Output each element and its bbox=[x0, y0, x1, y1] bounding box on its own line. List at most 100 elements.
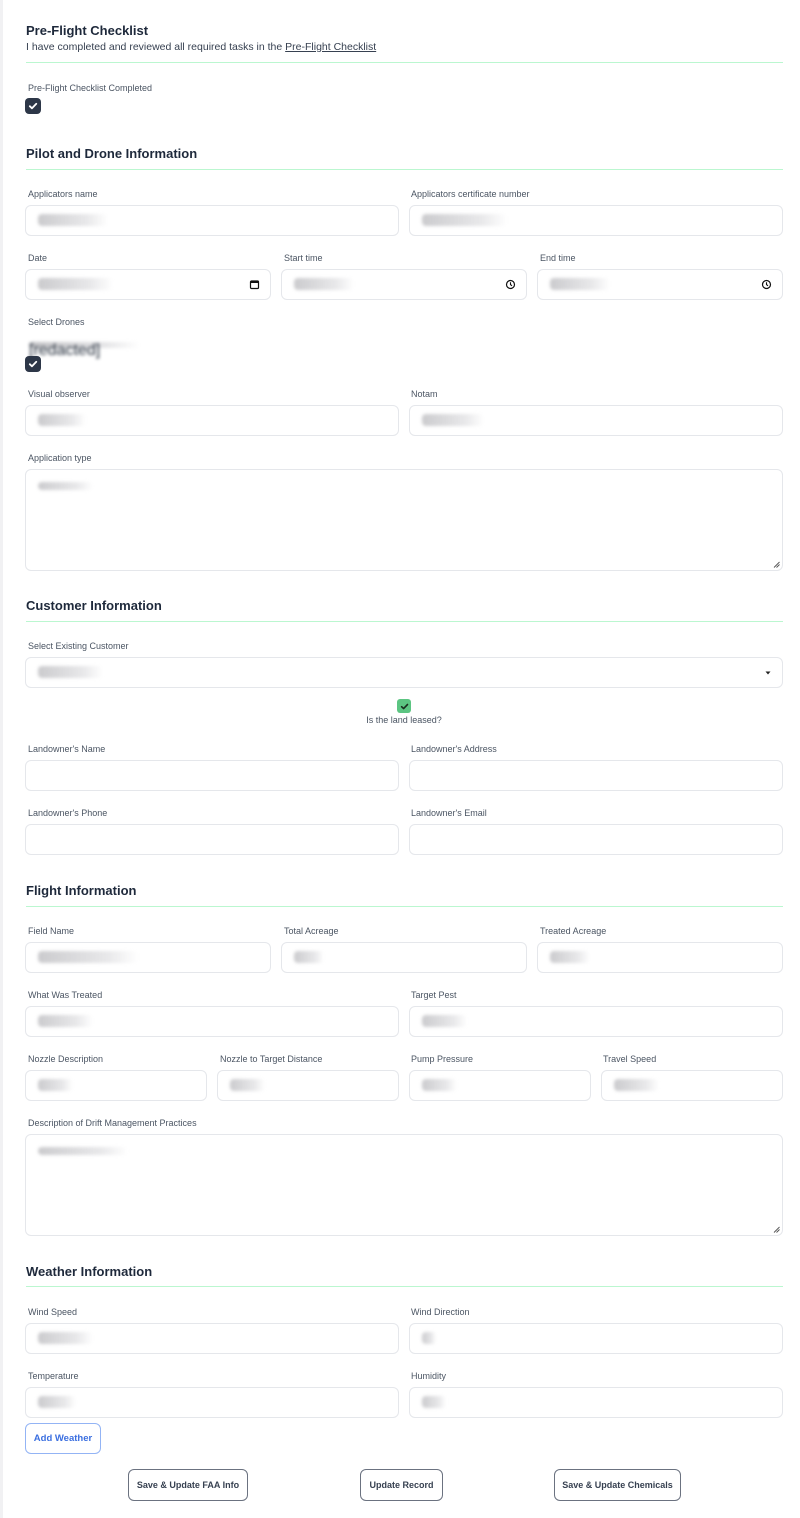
travel-speed-value: [redacted] bbox=[614, 1079, 659, 1091]
nozzle-description-value: [redacted] bbox=[38, 1079, 73, 1091]
wind-direction-value: [redacted] bbox=[422, 1332, 436, 1344]
date-input[interactable]: [redacted] bbox=[25, 269, 271, 300]
section-divider bbox=[26, 621, 783, 622]
temperature-value: [redacted] bbox=[38, 1396, 76, 1408]
pump-pressure-value: [redacted] bbox=[422, 1079, 457, 1091]
nozzle-distance-label: Nozzle to Target Distance bbox=[220, 1054, 323, 1064]
select-customer-dropdown[interactable]: [redacted] bbox=[25, 657, 783, 688]
landowner-email-label: Landowner's Email bbox=[411, 808, 487, 818]
drift-management-textarea[interactable]: [redacted] bbox=[25, 1134, 783, 1236]
application-type-textarea[interactable]: [redacted] bbox=[25, 469, 783, 571]
wind-speed-input[interactable]: [redacted] bbox=[25, 1323, 399, 1354]
humidity-input[interactable]: [redacted] bbox=[409, 1387, 783, 1418]
landowner-name-label: Landowner's Name bbox=[28, 744, 106, 754]
chevron-down-icon bbox=[765, 671, 771, 675]
land-leased-label: Is the land leased? bbox=[366, 715, 442, 725]
landowner-address-label: Landowner's Address bbox=[411, 744, 497, 754]
visual-observer-value: [redacted] bbox=[38, 414, 86, 426]
clock-icon[interactable] bbox=[505, 279, 516, 290]
update-record-button[interactable]: Update Record bbox=[360, 1469, 443, 1501]
check-icon bbox=[28, 360, 38, 368]
target-pest-label: Target Pest bbox=[411, 990, 457, 1000]
applicator-name-label: Applicators name bbox=[28, 189, 98, 199]
date-label: Date bbox=[28, 253, 48, 263]
calendar-icon[interactable] bbox=[249, 279, 260, 290]
date-value: [redacted] bbox=[38, 278, 113, 290]
preflight-completed-checkbox[interactable] bbox=[25, 98, 41, 114]
travel-speed-input[interactable]: [redacted] bbox=[601, 1070, 783, 1101]
select-drones-label: Select Drones bbox=[28, 317, 85, 327]
wind-speed-label: Wind Speed bbox=[28, 1307, 78, 1317]
add-weather-button[interactable]: Add Weather bbox=[25, 1423, 101, 1454]
certificate-number-input[interactable]: [redacted] bbox=[409, 205, 783, 236]
clock-icon[interactable] bbox=[761, 279, 772, 290]
drift-management-value: [redacted] bbox=[38, 1147, 128, 1155]
resize-handle-icon[interactable] bbox=[773, 561, 780, 568]
target-pest-value: [redacted] bbox=[422, 1015, 467, 1027]
nozzle-distance-input[interactable]: [redacted] bbox=[217, 1070, 399, 1101]
temperature-label: Temperature bbox=[28, 1371, 79, 1381]
drift-management-label: Description of Drift Management Practice… bbox=[28, 1118, 197, 1128]
end-time-input[interactable]: [redacted] bbox=[537, 269, 783, 300]
total-acreage-input[interactable]: [redacted] bbox=[281, 942, 527, 973]
application-type-label: Application type bbox=[28, 453, 92, 463]
save-update-faa-button[interactable]: Save & Update FAA Info bbox=[128, 1469, 248, 1501]
total-acreage-value: [redacted] bbox=[294, 951, 324, 963]
save-update-chemicals-button[interactable]: Save & Update Chemicals bbox=[554, 1469, 681, 1501]
field-name-label: Field Name bbox=[28, 926, 75, 936]
wind-speed-value: [redacted] bbox=[38, 1332, 93, 1344]
what-treated-label: What Was Treated bbox=[28, 990, 103, 1000]
start-time-input[interactable]: [redacted] bbox=[281, 269, 527, 300]
check-icon bbox=[400, 703, 408, 709]
field-name-input[interactable]: [redacted] bbox=[25, 942, 271, 973]
preflight-checkbox-label: Pre-Flight Checklist Completed bbox=[28, 83, 153, 93]
customer-section-title: Customer Information bbox=[26, 598, 162, 613]
certificate-number-label: Applicators certificate number bbox=[411, 189, 530, 199]
drone-name: [redacted] bbox=[29, 342, 139, 359]
select-customer-value: [redacted] bbox=[38, 666, 103, 678]
landowner-name-input[interactable] bbox=[25, 760, 399, 791]
preflight-subtitle-text: I have completed and reviewed all requir… bbox=[26, 41, 286, 53]
drone-select-checkbox[interactable] bbox=[25, 356, 41, 372]
land-leased-checkbox[interactable] bbox=[397, 699, 411, 713]
landowner-email-input[interactable] bbox=[409, 824, 783, 855]
temperature-input[interactable]: [redacted] bbox=[25, 1387, 399, 1418]
landowner-address-input[interactable] bbox=[409, 760, 783, 791]
humidity-label: Humidity bbox=[411, 1371, 447, 1381]
treated-acreage-value: [redacted] bbox=[550, 951, 590, 963]
weather-section-title: Weather Information bbox=[26, 1264, 153, 1279]
applicator-name-input[interactable]: [redacted] bbox=[25, 205, 399, 236]
preflight-section-title: Pre-Flight Checklist bbox=[26, 23, 149, 38]
applicator-name-value: [redacted] bbox=[38, 214, 108, 226]
visual-observer-input[interactable]: [redacted] bbox=[25, 405, 399, 436]
end-time-label: End time bbox=[540, 253, 576, 263]
nozzle-description-input[interactable]: [redacted] bbox=[25, 1070, 207, 1101]
notam-input[interactable]: [redacted] bbox=[409, 405, 783, 436]
target-pest-input[interactable]: [redacted] bbox=[409, 1006, 783, 1037]
landowner-phone-label: Landowner's Phone bbox=[28, 808, 108, 818]
pilot-section-title: Pilot and Drone Information bbox=[26, 146, 198, 161]
check-icon bbox=[28, 102, 38, 110]
section-divider bbox=[26, 62, 783, 63]
flight-section-title: Flight Information bbox=[26, 883, 137, 898]
travel-speed-label: Travel Speed bbox=[603, 1054, 657, 1064]
end-time-value: [redacted] bbox=[550, 278, 610, 290]
section-divider bbox=[26, 906, 783, 907]
resize-handle-icon[interactable] bbox=[773, 1226, 780, 1233]
preflight-subtitle: I have completed and reviewed all requir… bbox=[26, 41, 376, 53]
what-treated-input[interactable]: [redacted] bbox=[25, 1006, 399, 1037]
total-acreage-label: Total Acreage bbox=[284, 926, 339, 936]
section-divider bbox=[26, 169, 783, 170]
section-divider bbox=[26, 1286, 783, 1287]
preflight-checklist-link[interactable]: Pre-Flight Checklist bbox=[285, 41, 376, 53]
certificate-number-value: [redacted] bbox=[422, 214, 507, 226]
nozzle-distance-value: [redacted] bbox=[230, 1079, 265, 1091]
pump-pressure-input[interactable]: [redacted] bbox=[409, 1070, 591, 1101]
start-time-label: Start time bbox=[284, 253, 323, 263]
visual-observer-label: Visual observer bbox=[28, 389, 90, 399]
notam-label: Notam bbox=[411, 389, 438, 399]
treated-acreage-input[interactable]: [redacted] bbox=[537, 942, 783, 973]
wind-direction-input[interactable]: [redacted] bbox=[409, 1323, 783, 1354]
nozzle-description-label: Nozzle Description bbox=[28, 1054, 104, 1064]
landowner-phone-input[interactable] bbox=[25, 824, 399, 855]
